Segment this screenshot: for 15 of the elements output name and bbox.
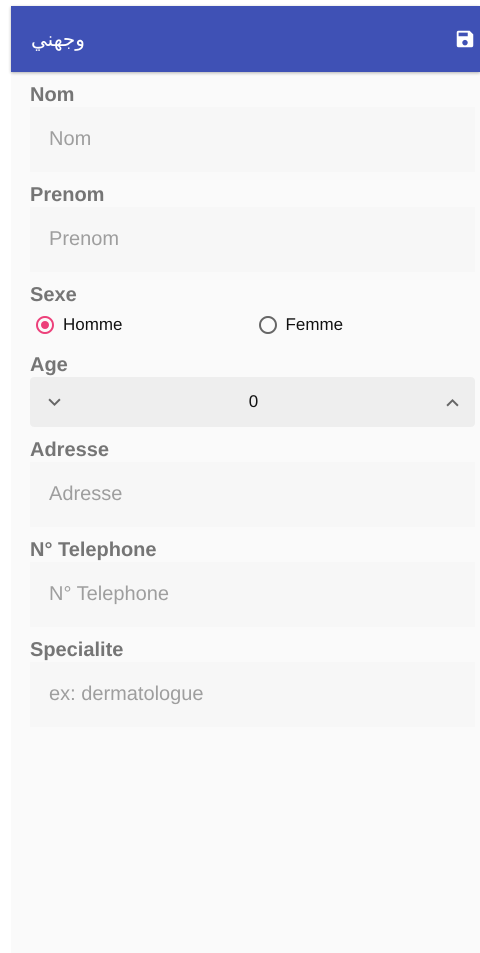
- save-icon[interactable]: [454, 28, 476, 50]
- field-label: Prenom: [30, 183, 104, 207]
- app-title: وجهني: [31, 27, 85, 51]
- field-label: Nom: [30, 83, 74, 107]
- chevron-up-icon[interactable]: [446, 398, 459, 406]
- field-label: Age: [30, 353, 68, 377]
- chevron-down-icon[interactable]: [48, 398, 61, 406]
- field-label: N° Telephone: [30, 538, 157, 562]
- field-label: Specialite: [30, 638, 124, 662]
- radio-option[interactable]: Femme: [252, 314, 475, 334]
- field-label: Adresse: [30, 438, 109, 462]
- age-stepper[interactable]: 0: [30, 377, 475, 427]
- radio-option[interactable]: Homme: [30, 314, 252, 334]
- field-label: Sexe: [30, 283, 77, 307]
- stepper-value: 0: [248, 392, 258, 412]
